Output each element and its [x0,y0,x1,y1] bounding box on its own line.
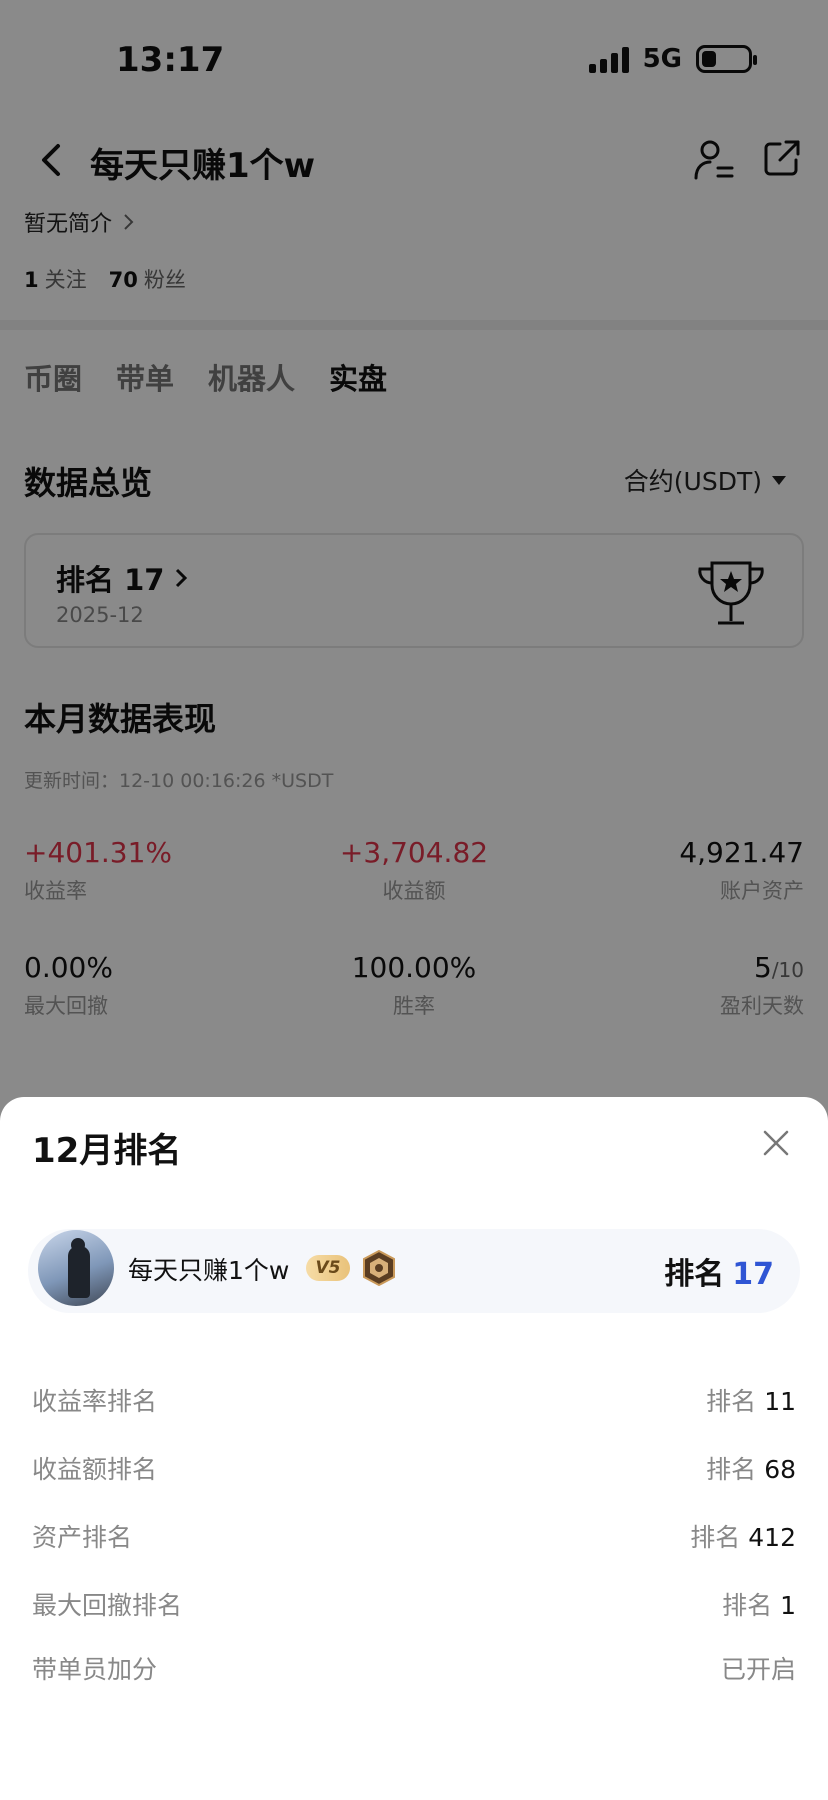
rank-prefix: 排名 [706,1455,757,1484]
rank-number: 68 [764,1455,796,1484]
rank-row-value: 排名 68 [706,1450,796,1486]
rank-row-status: 已开启 [720,1655,796,1684]
rank-row-label: 收益额排名 [32,1455,158,1484]
rank-prefix: 排名 [722,1591,773,1620]
rank-row-leader-bonus: 带单员加分 已开启 [32,1650,796,1690]
rank-row-assets: 资产排名 排名 412 [32,1518,796,1558]
vip-level-badge: V5 [306,1255,350,1281]
rank-row-label: 带单员加分 [32,1655,158,1684]
rank-row-label: 最大回撤排名 [32,1591,183,1620]
rank-prefix: 排名 [690,1523,741,1552]
rank-row-value: 排名 1 [722,1586,796,1622]
rank-row-return-rate: 收益率排名 排名 11 [32,1382,796,1422]
rank-row-profit-amount: 收益额排名 排名 68 [32,1450,796,1490]
rank-number: 11 [764,1387,796,1416]
user-rank-label: 排名 [664,1257,725,1292]
avatar [38,1230,114,1306]
rank-row-label: 收益率排名 [32,1387,158,1416]
rank-prefix: 排名 [706,1387,757,1416]
rank-row-label: 资产排名 [32,1523,133,1552]
user-name: 每天只赚1个w [128,1256,290,1285]
user-rank: 排名 17 [664,1249,774,1293]
rank-number: 412 [748,1523,796,1552]
rank-row-value: 排名 11 [706,1382,796,1418]
rank-row-max-drawdown: 最大回撤排名 排名 1 [32,1586,796,1626]
medal-badge-icon [363,1250,395,1286]
user-rank-card: 每天只赚1个w V5 排名 17 [28,1229,800,1313]
sheet-title: 12月排名 [32,1131,182,1171]
user-rank-value: 17 [732,1257,774,1292]
rank-number: 1 [780,1591,796,1620]
rank-row-value: 排名 412 [690,1518,796,1554]
ranking-bottom-sheet: 12月排名 每天只赚1个w V5 排名 17 收益率排名 排名 11 收益额排名 排… [0,1097,828,1800]
close-icon[interactable] [760,1127,792,1159]
